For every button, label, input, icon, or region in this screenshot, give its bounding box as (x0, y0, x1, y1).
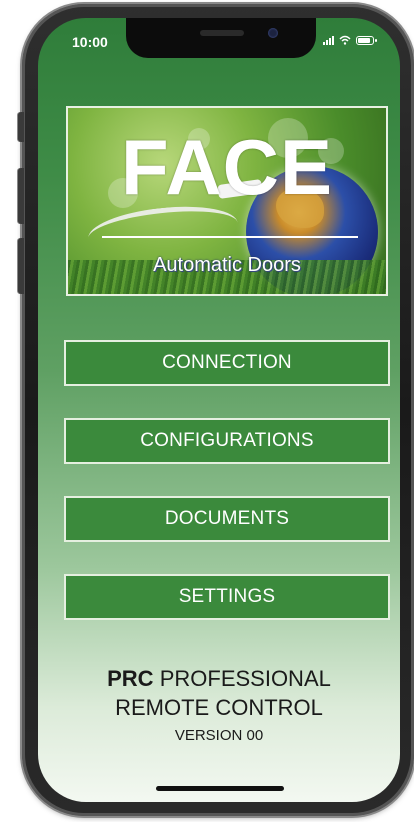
wifi-icon (339, 35, 351, 45)
volume-down-button (18, 238, 24, 294)
brand-banner: FACE Automatic Doors (66, 106, 388, 296)
brand-logo-subtitle: Automatic Doors (153, 254, 301, 276)
logo-divider (102, 236, 358, 238)
front-camera (268, 28, 278, 38)
settings-button[interactable]: SETTINGS (64, 574, 390, 620)
product-name-line2: REMOTE CONTROL (115, 695, 323, 720)
volume-up-button (18, 168, 24, 224)
app-footer: PRC PROFESSIONAL REMOTE CONTROL VERSION … (38, 666, 400, 744)
mute-switch (18, 112, 24, 142)
status-time: 10:00 (72, 34, 108, 50)
connection-button[interactable]: CONNECTION (64, 340, 390, 386)
product-name-word: PROFESSIONAL (159, 666, 331, 691)
home-indicator[interactable] (156, 786, 284, 791)
main-menu: CONNECTION CONFIGURATIONS DOCUMENTS SETT… (64, 340, 390, 652)
battery-icon (356, 35, 377, 45)
documents-button[interactable]: DOCUMENTS (64, 496, 390, 542)
speaker (200, 30, 244, 36)
status-icons (323, 35, 377, 45)
configurations-button[interactable]: CONFIGURATIONS (64, 418, 390, 464)
app-screen: 10:00 FACE Automatic Doors CONNECTION CO… (38, 18, 400, 802)
brand-logo-title: FACE (120, 123, 334, 211)
version-label: VERSION 00 (174, 727, 264, 744)
notch (126, 18, 316, 58)
brand-abbrev: PRC (107, 666, 154, 691)
product-name-line1: PRC PROFESSIONAL (38, 666, 400, 692)
signal-icon (323, 35, 334, 45)
